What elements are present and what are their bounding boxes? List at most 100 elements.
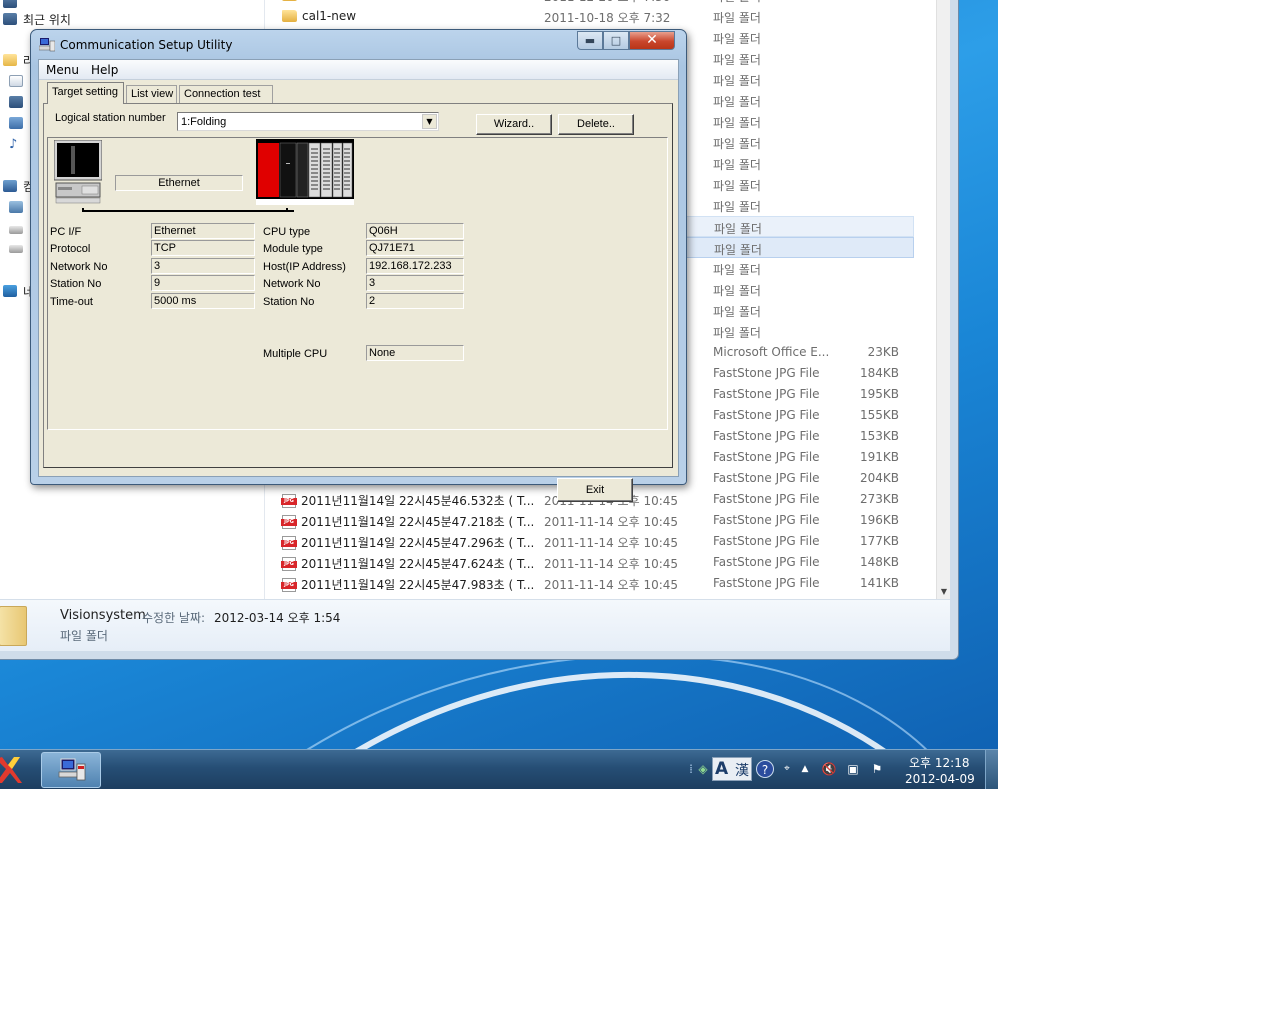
jpg-file-icon [281,556,297,571]
menu-item-menu[interactable]: Menu [46,63,79,77]
vertical-scrollbar[interactable]: ▼ [936,0,950,599]
details-type: 파일 폴더 [60,629,108,643]
plc-rack-icon [256,139,354,205]
pc-if-value: Ethernet [151,223,255,239]
plc-station-no-value: 2 [366,293,464,309]
maximize-button[interactable]: □ [603,31,629,50]
dialog-client-area: Menu Help Target setting List view Conne… [38,59,679,502]
file-type: FastStone JPG File [713,513,820,527]
file-size: 191KB [859,450,899,464]
file-size: 184KB [859,366,899,380]
file-type: FastStone JPG File [713,534,820,548]
file-type: 파일 폴더 [713,200,761,214]
file-type: FastStone JPG File [713,492,820,506]
dialog-title: Communication Setup Utility [60,38,233,52]
file-date: 2011-11-14 오후 10:45 [544,557,679,571]
help-icon[interactable]: ? [756,760,774,778]
minimize-button[interactable]: ▬ [577,31,603,50]
nav-item-documents[interactable] [9,72,23,90]
file-date: 2011-11-14 오후 10:45 [544,536,679,550]
nav-item-recent-places[interactable]: 최근 위치 [3,10,71,28]
ime-mode-indicator[interactable]: A [715,759,728,779]
exit-button[interactable]: Exit [557,478,633,502]
pc-station-no-value: 9 [151,275,255,291]
ime-toolbar[interactable]: A 漢 [712,757,752,781]
nav-item-music[interactable]: ♪ [9,135,17,153]
file-name-cell: cal [282,0,319,2]
file-row[interactable]: 2011년11월14일 22시45분47.983초 ( T... 2011-11-… [274,573,914,594]
file-name: cal1-new [302,9,357,23]
tab-connection-test[interactable]: Connection test [179,85,273,103]
taskbar-button-communication-setup[interactable] [41,752,101,788]
nav-item-videos[interactable] [9,93,23,111]
taskbar: ⁞ ◈ A 漢 ? ⌖ ▲ 🔇 ▣ ⚑ 오후 12:18 2012-04-09 [0,749,998,789]
nav-item-drive-d[interactable] [9,221,23,239]
file-type: FastStone JPG File [713,555,820,569]
plc-station-no-label: Station No [263,296,315,308]
drive-icon [9,226,23,234]
file-type: 파일 폴더 [714,243,762,257]
clock-date[interactable]: 2012-04-09 [905,772,975,786]
menu-item-help[interactable]: Help [91,63,118,77]
target-setting-panel: Logical station number 1:Folding ▼ Wizar… [43,103,673,468]
action-center-icon[interactable]: ⚑ [868,760,886,778]
file-name-cell: 2011년11월14일 22시45분47.624초 ( T... [281,555,535,572]
timeout-label: Time-out [50,296,93,308]
close-icon: ✕ [646,32,658,48]
scroll-down-arrow-icon[interactable]: ▼ [937,585,951,599]
network-cable [82,208,294,212]
file-row[interactable]: cal1-new 2011-10-18 오후 7:32 파일 폴더 [274,6,914,27]
clock-time[interactable]: 오후 12:18 [909,754,969,771]
nav-item-pictures[interactable] [9,114,23,132]
timeout-value: 5000 ms [151,293,255,309]
delete-button[interactable]: Delete.. [558,114,634,135]
tab-list-view[interactable]: List view [126,85,177,103]
start-button-icon[interactable] [0,753,22,787]
file-name: 2011년11월14일 22시45분47.296초 ( T... [301,536,535,550]
host-ip-label: Host(IP Address) [263,261,346,273]
nav-item-drive-e[interactable] [9,240,23,258]
file-type: FastStone JPG File [713,471,820,485]
cpu-type-label: CPU type [263,226,311,238]
file-type: FastStone JPG File [713,387,820,401]
file-name: 2011년11월14일 22시45분47.624초 ( T... [301,557,535,571]
file-type: 파일 폴더 [713,137,761,151]
file-type: Microsoft Office E... [713,345,830,359]
file-type: FastStone JPG File [713,408,820,422]
system-tray: ⁞ ◈ A 漢 ? ⌖ ▲ 🔇 ▣ ⚑ 오후 12:18 2012-04-09 [678,750,998,789]
network-icon [3,285,17,297]
logical-station-label: Logical station number [55,112,166,124]
show-hidden-icons-icon[interactable]: ▲ [796,760,814,778]
file-type: FastStone JPG File [713,429,820,443]
file-type: 파일 폴더 [713,305,761,319]
jpg-file-icon [281,514,297,529]
logical-station-value: 1:Folding [181,116,227,128]
file-type: 파일 폴더 [713,11,761,25]
tab-target-setting[interactable]: Target setting [47,82,124,104]
jpg-file-icon [281,577,297,592]
multiple-cpu-label: Multiple CPU [263,348,328,360]
multiple-cpu-value: None [366,345,464,361]
protocol-label: Protocol [50,243,91,255]
folder-icon [282,0,297,1]
ime-hanja-button[interactable]: 漢 [735,760,749,780]
file-row[interactable]: 2011년11월14일 22시45분47.624초 ( T... 2011-11-… [274,552,914,573]
language-icon[interactable]: ◈ [694,760,712,778]
ime-options-icon[interactable]: ⌖ [778,760,796,778]
volume-muted-icon[interactable]: 🔇 [820,760,838,778]
file-type: FastStone JPG File [713,576,820,590]
file-type: 파일 폴더 [713,74,761,88]
file-size: 196KB [859,513,899,527]
file-row[interactable]: 2011년11월14일 22시45분47.218초 ( T... 2011-11-… [274,510,914,531]
file-size: 141KB [859,576,899,590]
file-row[interactable]: 2011년11월14일 22시45분47.296초 ( T... 2011-11-… [274,531,914,552]
logical-station-select[interactable]: 1:Folding ▼ [177,112,439,131]
network-warning-icon[interactable]: ▣ [844,760,862,778]
pc-network-no-value: 3 [151,258,255,274]
close-button[interactable]: ✕ [629,31,675,50]
show-desktop-button[interactable] [985,750,998,789]
plc-network-no-value: 3 [366,275,464,291]
wizard-button[interactable]: Wizard.. [476,114,552,135]
nav-item-drive-c[interactable] [9,198,23,216]
dropdown-arrow-icon[interactable]: ▼ [422,114,437,129]
